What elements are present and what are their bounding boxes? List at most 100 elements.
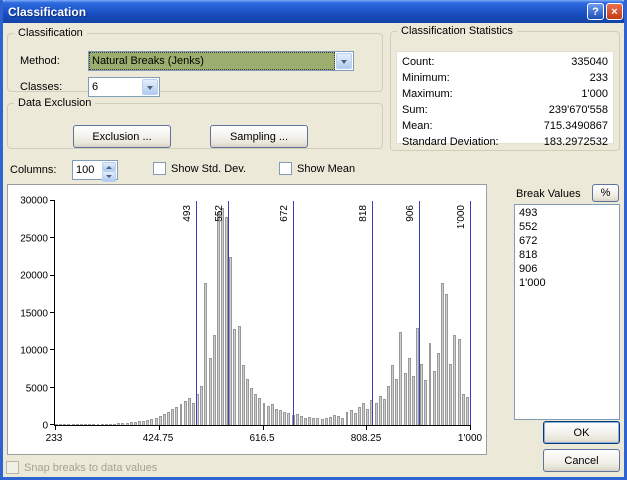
break-line-label: 818 (358, 205, 370, 222)
histogram-bar (246, 379, 249, 425)
cancel-button[interactable]: Cancel (543, 449, 620, 472)
histogram-bar (217, 212, 220, 425)
title-bar[interactable]: Classification ? × (0, 0, 627, 23)
checkbox-box[interactable] (153, 162, 166, 175)
columns-stepper[interactable]: 100 (72, 160, 118, 180)
stat-row: Standard Deviation:183.2972532 (398, 134, 612, 150)
histogram-bar (209, 358, 212, 425)
exclusion-button[interactable]: Exclusion ... (73, 125, 171, 148)
close-icon[interactable]: × (606, 3, 623, 20)
x-tick-mark (366, 425, 367, 430)
histogram-bar (362, 403, 365, 425)
break-value-item[interactable]: 552 (515, 220, 619, 234)
break-line[interactable] (293, 201, 294, 425)
histogram-bar (130, 422, 133, 425)
histogram-bar (391, 365, 394, 425)
show-std-dev-checkbox[interactable]: Show Std. Dev. (153, 162, 246, 175)
checkbox-box[interactable] (279, 162, 292, 175)
histogram-bar (113, 424, 116, 425)
snap-breaks-label: Snap breaks to data values (24, 462, 157, 474)
y-tick-label: 30000 (20, 196, 48, 207)
histogram-bar (171, 409, 174, 425)
histogram-bar (466, 397, 469, 425)
break-value-item[interactable]: 1'000 (515, 276, 619, 290)
break-line[interactable] (419, 201, 420, 425)
percent-button[interactable]: % (592, 184, 619, 202)
chevron-down-icon[interactable] (336, 53, 352, 69)
x-tick-mark (159, 425, 160, 430)
sampling-button[interactable]: Sampling ... (210, 125, 308, 148)
break-value-item[interactable]: 906 (515, 262, 619, 276)
histogram-bar (109, 424, 112, 425)
histogram-bar (167, 412, 170, 425)
stat-row: Minimum:233 (398, 70, 612, 86)
histogram-bar (55, 424, 58, 425)
break-line[interactable] (196, 201, 197, 425)
histogram-bar (184, 401, 187, 425)
histogram-bar (229, 257, 232, 425)
classes-selected-value: 6 (89, 78, 141, 96)
stat-row: Count:335040 (398, 54, 612, 70)
histogram-bar (213, 335, 216, 425)
chevron-down-icon[interactable] (142, 79, 158, 95)
histogram-bar (296, 414, 299, 425)
classes-dropdown[interactable]: 6 (88, 77, 160, 97)
histogram-bar (300, 416, 303, 425)
ok-button[interactable]: OK (543, 421, 620, 444)
method-dropdown[interactable]: Natural Breaks (Jenks) (88, 51, 354, 71)
x-tick-label: 424.75 (143, 433, 174, 444)
show-mean-label: Show Mean (297, 163, 355, 175)
histogram-bar (429, 343, 432, 425)
histogram-bar (316, 418, 319, 425)
break-values-list[interactable]: 4935526728189061'000 (514, 204, 620, 420)
histogram-bar (271, 404, 274, 425)
break-line[interactable] (470, 201, 471, 425)
histogram-bar (453, 335, 456, 425)
break-value-item[interactable]: 493 (515, 206, 619, 220)
histogram-bar (101, 424, 104, 425)
histogram-bar (238, 326, 241, 425)
histogram-bar (200, 386, 203, 425)
histogram-bar (63, 424, 66, 425)
break-line-label: 552 (214, 205, 226, 222)
histogram-bar (321, 419, 324, 425)
y-tick-label: 5000 (26, 383, 48, 394)
histogram-bar (254, 394, 257, 425)
stat-row: Maximum:1'000 (398, 86, 612, 102)
stat-label: Maximum: (402, 86, 453, 102)
stats-rows: Count:335040Minimum:233Maximum:1'000Sum:… (396, 51, 614, 144)
histogram-bar (462, 394, 465, 425)
histogram-bar (420, 364, 423, 425)
classes-label: Classes: (20, 81, 62, 93)
histogram-bar (72, 424, 75, 425)
show-mean-checkbox[interactable]: Show Mean (279, 162, 355, 175)
y-tick-label: 15000 (20, 308, 48, 319)
histogram-bar (329, 417, 332, 425)
histogram-bar (163, 414, 166, 425)
histogram-bar (188, 398, 191, 425)
break-value-item[interactable]: 818 (515, 248, 619, 262)
histogram-bar (221, 208, 224, 425)
x-tick-label: 616.5 (249, 433, 274, 444)
histogram-bar (346, 412, 349, 425)
help-icon[interactable]: ? (587, 3, 604, 20)
histogram-bar (424, 380, 427, 425)
histogram-bar (76, 424, 79, 425)
histogram-bar (258, 398, 261, 425)
x-tick-label: 233 (46, 433, 63, 444)
break-line[interactable] (228, 201, 229, 425)
histogram-bar (242, 365, 245, 425)
histogram-bar (275, 409, 278, 425)
method-selected-value: Natural Breaks (Jenks) (89, 52, 335, 70)
histogram-bar (379, 396, 382, 425)
show-std-dev-label: Show Std. Dev. (171, 163, 246, 175)
histogram-bar (366, 409, 369, 425)
stepper-down-icon[interactable] (102, 171, 116, 182)
break-line[interactable] (372, 201, 373, 425)
stat-label: Sum: (402, 102, 428, 118)
histogram-bar (263, 403, 266, 425)
break-value-item[interactable]: 672 (515, 234, 619, 248)
stat-value: 233 (590, 70, 608, 86)
stepper-up-icon[interactable] (102, 162, 116, 171)
histogram-bar (333, 415, 336, 425)
